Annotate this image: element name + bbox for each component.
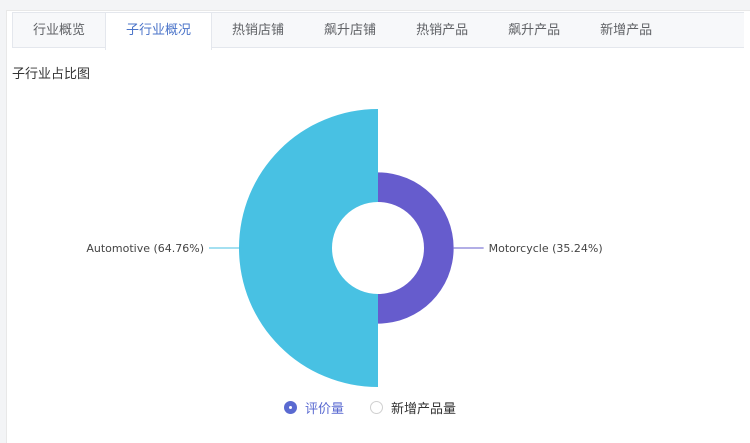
legend-item-reviews[interactable]: 评价量	[284, 398, 344, 417]
pie-slice-motorcycle[interactable]	[378, 172, 454, 324]
radio-selected-icon[interactable]	[284, 401, 297, 414]
legend-label-reviews: 评价量	[305, 402, 345, 417]
subindustry-pie-chart: Automotive (64.76%) Motorcycle (35.24%)	[86, 109, 603, 387]
legend-item-new-products[interactable]: 新增产品量	[370, 398, 456, 417]
slice-label-motorcycle: Motorcycle (35.24%)	[489, 242, 603, 255]
pie-slice-automotive[interactable]	[239, 109, 378, 387]
slice-label-automotive: Automotive (64.76%)	[86, 242, 204, 255]
radio-unselected-icon[interactable]	[370, 401, 384, 414]
legend-label-new-products: 新增产品量	[391, 402, 457, 417]
chart-legend: 评价量 新增产品量	[284, 398, 456, 417]
